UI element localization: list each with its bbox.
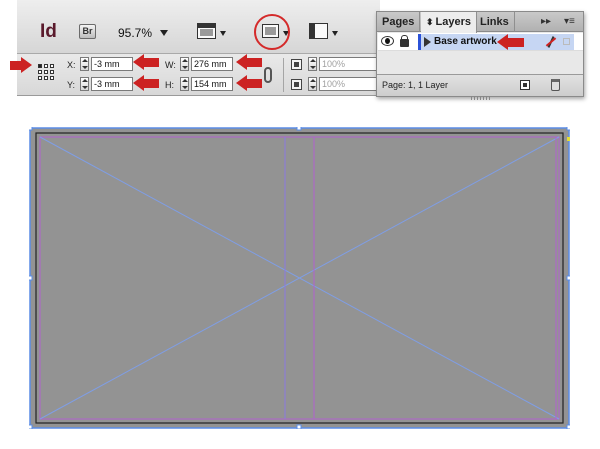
annotation-arrow-height [236, 75, 262, 92]
app-logo: Id [40, 21, 57, 42]
selection-handle[interactable] [566, 127, 570, 131]
scale-x-field[interactable]: 100% [319, 57, 377, 71]
selection-handle[interactable] [29, 275, 33, 281]
selection-handle[interactable] [566, 275, 570, 281]
w-label: W: [165, 60, 176, 70]
view-options-icon[interactable] [197, 23, 216, 39]
width-stepper[interactable] [180, 57, 189, 71]
new-layer-icon[interactable] [520, 80, 530, 90]
layer-row[interactable]: Base artwork [378, 33, 583, 51]
cannot-edit-pen-icon [546, 36, 556, 48]
zoom-level[interactable]: 95.7% [118, 26, 152, 40]
y-stepper[interactable] [80, 77, 89, 91]
annotation-arrow-reference [10, 57, 32, 74]
scale-y-icon [291, 79, 302, 90]
zoom-dropdown-icon[interactable] [160, 30, 168, 36]
layer-color-swatch [418, 34, 421, 50]
highlight-circle [254, 14, 290, 50]
collapse-panel-icon[interactable]: ▸▸ [541, 16, 551, 27]
h-label: H: [165, 80, 174, 90]
bridge-button[interactable]: Br [79, 24, 96, 39]
width-field[interactable]: 276 mm [191, 57, 233, 71]
panel-resize-grip[interactable] [471, 96, 491, 100]
selection-square-icon[interactable] [563, 38, 570, 45]
tab-pages[interactable]: Pages [377, 12, 421, 32]
tab-links[interactable]: Links [475, 12, 515, 32]
selection-handle[interactable] [29, 127, 33, 131]
application-bar: Id Br 95.7% [17, 0, 380, 54]
y-label: Y: [67, 80, 76, 90]
x-stepper[interactable] [80, 57, 89, 71]
scale-y-stepper[interactable] [308, 77, 317, 91]
annotation-arrow-y [133, 75, 159, 92]
selection-handle[interactable] [296, 424, 302, 429]
divider [283, 58, 284, 92]
arrange-documents-icon[interactable] [309, 23, 328, 39]
reference-point-icon[interactable] [38, 64, 54, 80]
panel-menu-icon[interactable]: ▾≡ [564, 16, 575, 27]
artwork-frame[interactable] [29, 127, 570, 429]
panel-footer: Page: 1, 1 Layer [377, 74, 583, 100]
control-panel: X: -3 mm Y: -3 mm W: 276 mm H: 154 mm 10… [17, 54, 380, 96]
height-stepper[interactable] [180, 77, 189, 91]
layers-panel: Pages ⬍ Layers Links ▸▸ ▾≡ Base artwork P… [376, 11, 584, 100]
eye-visibility-icon[interactable] [381, 36, 394, 46]
selection-handle[interactable] [566, 424, 570, 429]
corner-options-handle[interactable] [567, 137, 570, 141]
view-options-dropdown-icon[interactable] [220, 31, 226, 36]
height-field[interactable]: 154 mm [191, 77, 233, 91]
x-position-field[interactable]: -3 mm [91, 57, 133, 71]
annotation-arrow-x [133, 54, 159, 71]
page-layer-status: Page: 1, 1 Layer [382, 80, 449, 90]
annotation-arrow-width [236, 54, 262, 71]
scale-y-field[interactable]: 100% [319, 77, 377, 91]
scale-x-stepper[interactable] [308, 57, 317, 71]
panel-tab-row: Pages ⬍ Layers Links ▸▸ ▾≡ [377, 12, 583, 33]
tab-layers-label: Layers [435, 16, 472, 28]
selection-handle[interactable] [296, 127, 302, 131]
selection-handle[interactable] [29, 424, 33, 429]
y-position-field[interactable]: -3 mm [91, 77, 133, 91]
constrain-proportions-icon[interactable] [264, 67, 272, 83]
tab-layers[interactable]: ⬍ Layers [421, 12, 478, 33]
x-label: X: [67, 60, 76, 70]
annotation-arrow-layer [497, 34, 524, 51]
document-spread[interactable] [29, 127, 570, 429]
trash-icon[interactable] [551, 79, 560, 91]
lock-icon[interactable] [400, 35, 409, 47]
expand-triangle-icon[interactable] [424, 37, 431, 47]
tab-reorder-icon: ⬍ [426, 17, 434, 27]
scale-x-icon [291, 59, 302, 70]
arrange-documents-dropdown-icon[interactable] [332, 31, 338, 36]
layer-name[interactable]: Base artwork [434, 36, 497, 47]
